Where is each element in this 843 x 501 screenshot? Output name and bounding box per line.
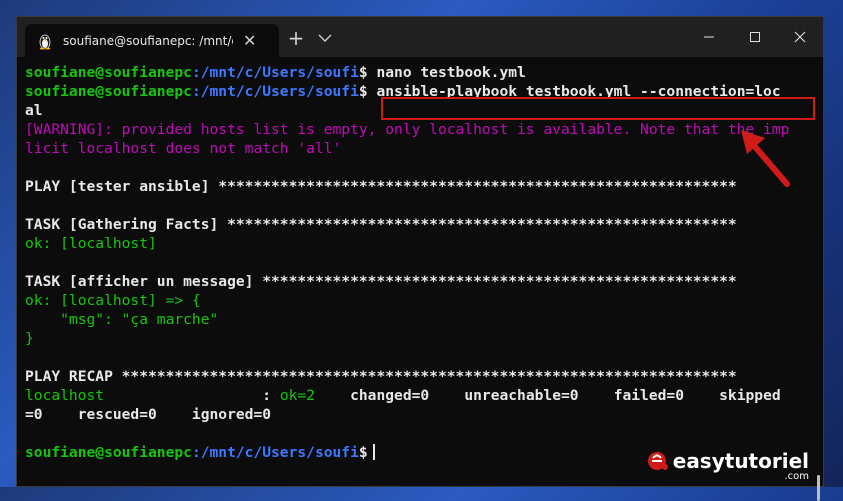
prompt-user: soufiane@soufianepc xyxy=(25,64,192,81)
scrollbar[interactable] xyxy=(817,475,820,501)
recap-separator: : xyxy=(104,387,280,404)
linux-penguin-icon xyxy=(39,34,51,49)
warning-line-1: [WARNING]: provided hosts list is empty,… xyxy=(25,121,790,138)
recap-ok: ok=2 xyxy=(279,387,315,404)
prompt-symbol: $ xyxy=(358,64,368,81)
chevron-down-icon[interactable] xyxy=(314,29,336,47)
recap-line-2: =0 rescued=0 ignored=0 xyxy=(25,406,272,423)
terminal-tab[interactable]: soufiane@soufianepc: /mnt/c/U ✕ xyxy=(25,24,279,57)
maximize-button[interactable] xyxy=(732,17,778,57)
recap-header: PLAY RECAP *****************************… xyxy=(25,368,737,385)
prompt-user: soufiane@soufianepc xyxy=(25,83,192,100)
task-header-1: TASK [Gathering Facts] *****************… xyxy=(25,216,737,233)
prompt-symbol: $ xyxy=(358,83,368,100)
recap-line-1: localhost : ok=2 changed=0 unreachable=0… xyxy=(25,386,823,405)
recap-stats: changed=0 unreachable=0 failed=0 skipped xyxy=(314,387,781,404)
terminal-output[interactable]: soufiane@soufianepc:/mnt/c/Users/soufi$ … xyxy=(25,63,823,501)
prompt-path: :/mnt/c/Users/soufi xyxy=(191,64,359,81)
title-bar: soufiane@soufianepc: /mnt/c/U ✕ + xyxy=(17,17,823,57)
text-cursor xyxy=(372,444,375,460)
task-close-brace: } xyxy=(25,330,34,347)
prompt-line-1: soufiane@soufianepc:/mnt/c/Users/soufi$ … xyxy=(25,63,823,82)
task-result-1: ok: [localhost] xyxy=(25,235,157,252)
command-text: nano testbook.yml xyxy=(367,64,526,81)
task-message: "msg": "ça marche" xyxy=(25,311,219,328)
easytutoriel-logo-icon xyxy=(647,452,668,470)
minimize-button[interactable] xyxy=(686,17,732,57)
arrow-annotation-icon xyxy=(741,130,790,187)
watermark: easytutoriel .com xyxy=(647,449,809,482)
warning-line-2: licit localhost does not match 'all' xyxy=(25,140,342,157)
maximize-icon xyxy=(750,32,760,42)
tab-title: soufiane@soufianepc: /mnt/c/U xyxy=(63,33,233,48)
play-header: PLAY [tester ansible] ******************… xyxy=(25,178,737,195)
task-result-2: ok: [localhost] => { xyxy=(25,292,201,309)
prompt-user: soufiane@soufianepc xyxy=(25,444,192,461)
prompt-path: :/mnt/c/Users/soufi xyxy=(191,83,359,100)
terminal-window: soufiane@soufianepc: /mnt/c/U ✕ + soufia… xyxy=(16,16,824,501)
recap-host: localhost xyxy=(25,387,105,404)
command-highlight-box xyxy=(381,97,815,120)
watermark-text: easytutoriel xyxy=(672,449,809,473)
close-icon xyxy=(794,31,806,43)
close-tab-icon[interactable]: ✕ xyxy=(243,32,256,49)
task-header-2: TASK [afficher un message] *************… xyxy=(25,273,737,290)
minimize-icon xyxy=(704,36,714,38)
close-window-button[interactable] xyxy=(777,17,823,57)
prompt-path: :/mnt/c/Users/soufi xyxy=(191,444,359,461)
watermark-suffix: .com xyxy=(784,471,809,482)
new-tab-button[interactable]: + xyxy=(281,26,311,50)
prompt-symbol: $ xyxy=(358,444,368,461)
